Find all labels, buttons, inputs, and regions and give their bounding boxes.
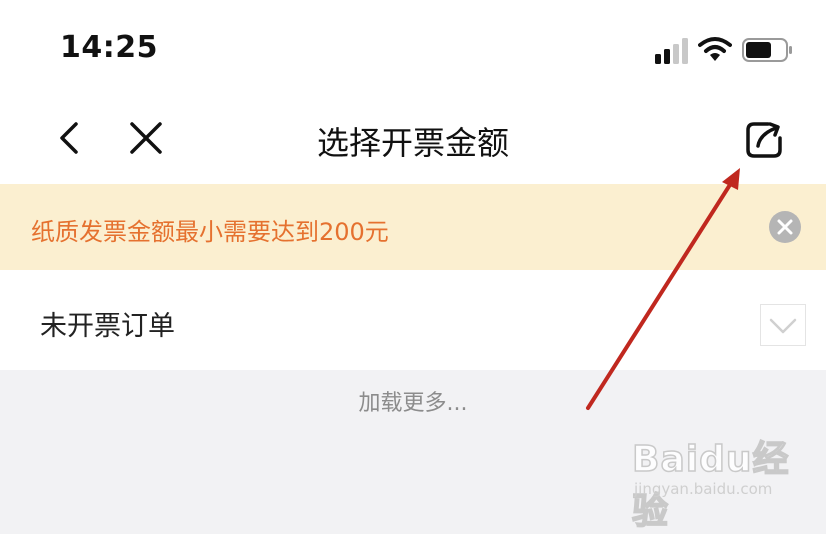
close-circle-icon[interactable] — [769, 211, 801, 243]
notice-text: 纸质发票金额最小需要达到200元 — [31, 218, 389, 246]
load-more-link[interactable]: 加载更多... — [0, 385, 826, 417]
baidu-watermark: Baidu经验 jingyan.baidu.com — [631, 430, 822, 533]
expand-toggle[interactable] — [760, 304, 806, 346]
watermark-url: jingyan.baidu.com — [634, 480, 773, 498]
wifi-icon — [698, 37, 732, 61]
unbilled-orders-label: 未开票订单 — [40, 311, 175, 342]
notice-banner: 纸质发票金额最小需要达到200元 — [0, 184, 826, 270]
status-time: 14:25 — [60, 30, 158, 65]
page-title: 选择开票金额 — [316, 124, 509, 162]
share-icon[interactable] — [744, 120, 784, 160]
chevron-down-icon — [769, 318, 797, 334]
unbilled-orders-row[interactable]: 未开票订单 — [0, 270, 826, 370]
cellular-signal-icon — [655, 38, 688, 64]
nav-bar: 选择开票金额 — [0, 96, 826, 185]
battery-icon — [742, 38, 792, 62]
status-bar: 14:25 — [0, 0, 826, 96]
